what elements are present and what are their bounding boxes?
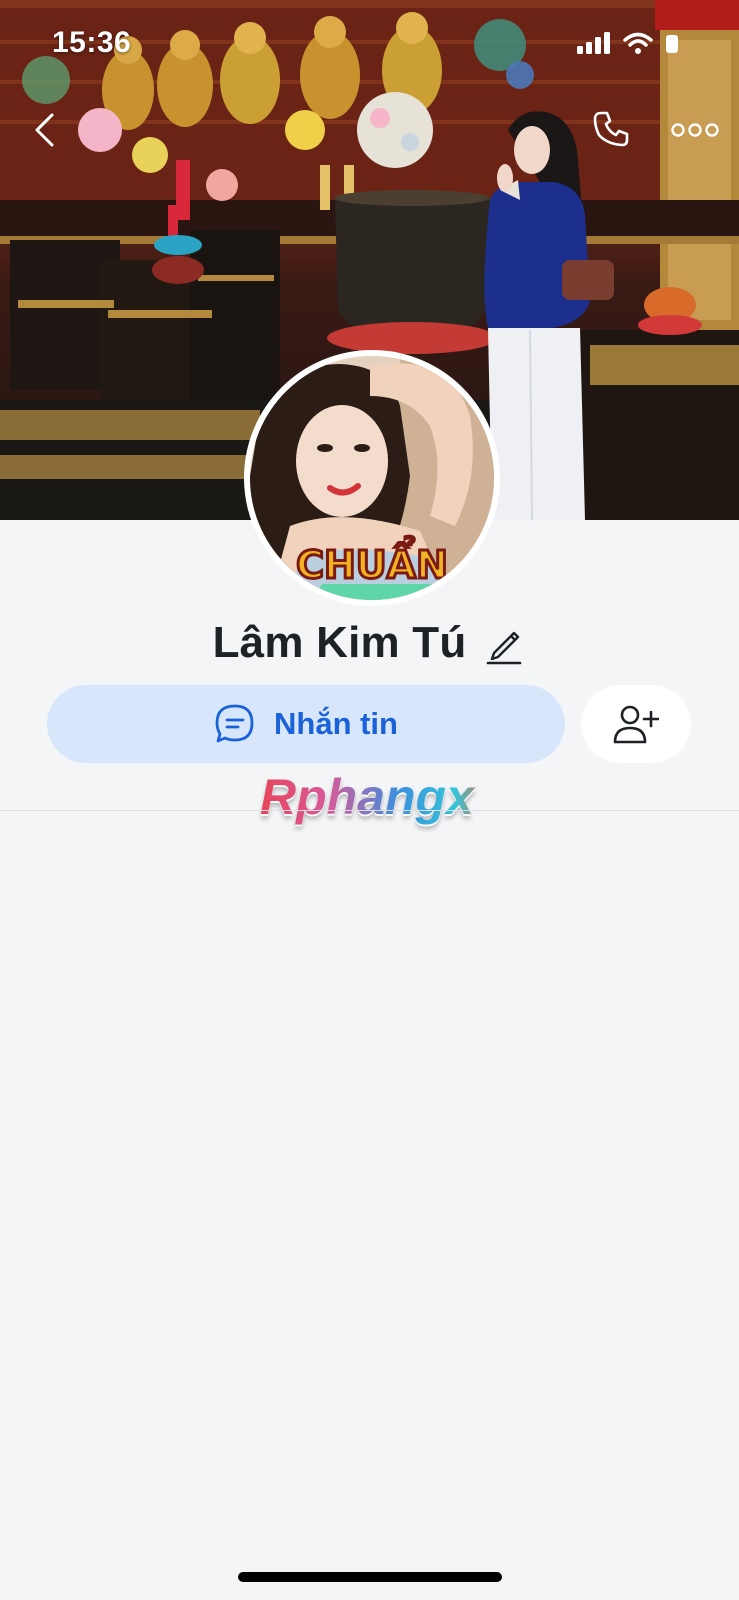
pencil-icon (487, 631, 522, 665)
chat-bubble-icon (215, 704, 254, 743)
avatar-photo: CHUẨN (250, 356, 494, 600)
section-divider (0, 810, 739, 811)
wifi-icon (623, 32, 653, 54)
status-time: 15:36 (52, 26, 132, 59)
avatar[interactable]: CHUẨN (244, 350, 500, 606)
chevron-left-icon (35, 113, 54, 147)
more-horizontal-icon (671, 123, 719, 137)
call-button[interactable] (586, 104, 636, 154)
avatar-sticker-text: CHUẨN (296, 537, 448, 587)
add-friend-button[interactable] (581, 685, 691, 763)
battery-icon (666, 35, 678, 53)
profile-name: Lâm Kim Tú (212, 618, 467, 667)
profile-name-row: Lâm Kim Tú (0, 612, 739, 674)
home-indicator[interactable] (238, 1572, 502, 1582)
signal-icon (577, 32, 610, 54)
profile-screen: 15:36 CHUẨN Lâm Kim Tú Nhắn tin Rphangx (0, 0, 739, 1600)
more-button[interactable] (668, 108, 722, 152)
watermark-logo: Rphangx (260, 768, 490, 828)
message-button[interactable]: Nhắn tin (47, 685, 565, 763)
phone-icon (593, 111, 629, 147)
message-button-label: Nhắn tin (274, 706, 398, 741)
edit-name-button[interactable] (486, 621, 526, 665)
add-user-icon (613, 705, 659, 744)
back-button[interactable] (22, 108, 66, 152)
status-icons (577, 32, 679, 54)
